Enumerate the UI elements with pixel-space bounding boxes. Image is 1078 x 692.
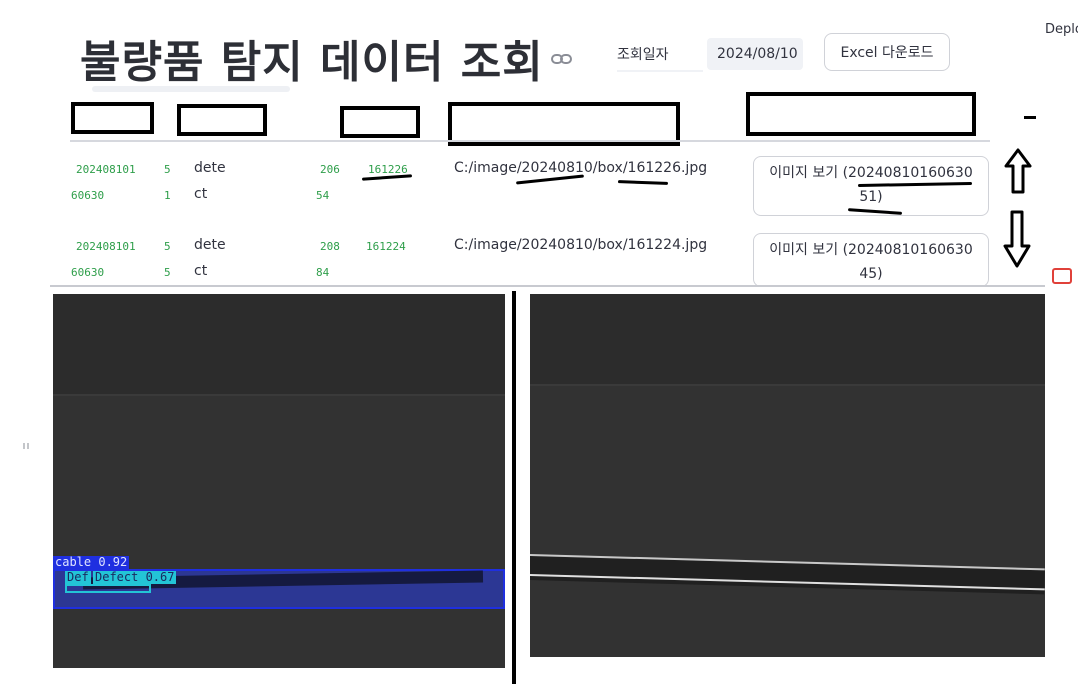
excel-download-button[interactable]: Excel 다운로드 (824, 33, 950, 71)
row-code: 161224 (366, 240, 406, 253)
redacted-header-5 (746, 92, 976, 136)
resize-handle-icon[interactable] (22, 436, 34, 449)
view-image-button-line2: 45) (859, 266, 883, 282)
row-id-line2: 60630 (71, 266, 105, 279)
row-path: C:/image/20240810/box/161226.jpg (454, 160, 708, 176)
detection-result-image: cable 0.92 Def Defect 0.67 (53, 294, 505, 668)
up-arrow-icon (1004, 148, 1032, 194)
image-divider (512, 291, 516, 684)
row-num-line2: 84 (316, 266, 330, 279)
crop-divider (50, 285, 1045, 287)
row-id-line1: 202408101 (76, 240, 136, 253)
faint-divider (92, 86, 290, 92)
defect-bounding-box (65, 584, 151, 593)
defect-label: Defect 0.67 (93, 570, 177, 584)
defect-label-overlap: Def (65, 570, 91, 584)
row-col2-line1: 5 (164, 163, 171, 176)
view-image-button-line1: 이미지 보기 (20240810160630 (769, 242, 973, 258)
redacted-header-2 (177, 104, 267, 136)
dash-mark (1024, 116, 1036, 119)
redacted-header-3 (340, 106, 420, 138)
table-header-line (70, 140, 990, 142)
row-path: C:/image/20240810/box/161224.jpg (454, 237, 708, 253)
cable-label: cable 0.92 (53, 555, 130, 569)
original-image (530, 294, 1045, 657)
view-image-button[interactable]: 이미지 보기 (20240810160630 45) (753, 233, 989, 287)
row-id-line1: 202408101 (76, 163, 136, 176)
view-image-button-line2: 51) (859, 189, 883, 205)
row-type-line1: dete (194, 160, 226, 176)
row-type-line1: dete (194, 237, 226, 253)
scribble-mark (617, 180, 669, 185)
row-num-line2: 54 (316, 189, 330, 202)
row-type-line2: ct (194, 186, 208, 202)
date-input[interactable]: 2024/08/10 (707, 38, 803, 70)
row-col2-line2: 5 (164, 266, 171, 279)
link-icon[interactable] (550, 50, 574, 68)
delete-icon[interactable] (1052, 268, 1072, 284)
row-col2-line2: 1 (164, 189, 171, 202)
row-id-line2: 60630 (71, 189, 105, 202)
row-num-line1: 208 (320, 240, 340, 253)
date-label-underline (617, 70, 703, 72)
date-label: 조회일자 (617, 47, 669, 63)
down-arrow-icon (1003, 210, 1031, 268)
page-title: 불량품 탐지 데이터 조회 (80, 37, 544, 88)
row-col2-line1: 5 (164, 240, 171, 253)
redacted-header-1 (71, 102, 154, 134)
row-num-line1: 206 (320, 163, 340, 176)
row-type-line2: ct (194, 263, 208, 279)
deploy-button[interactable]: Deplo (1045, 22, 1078, 37)
